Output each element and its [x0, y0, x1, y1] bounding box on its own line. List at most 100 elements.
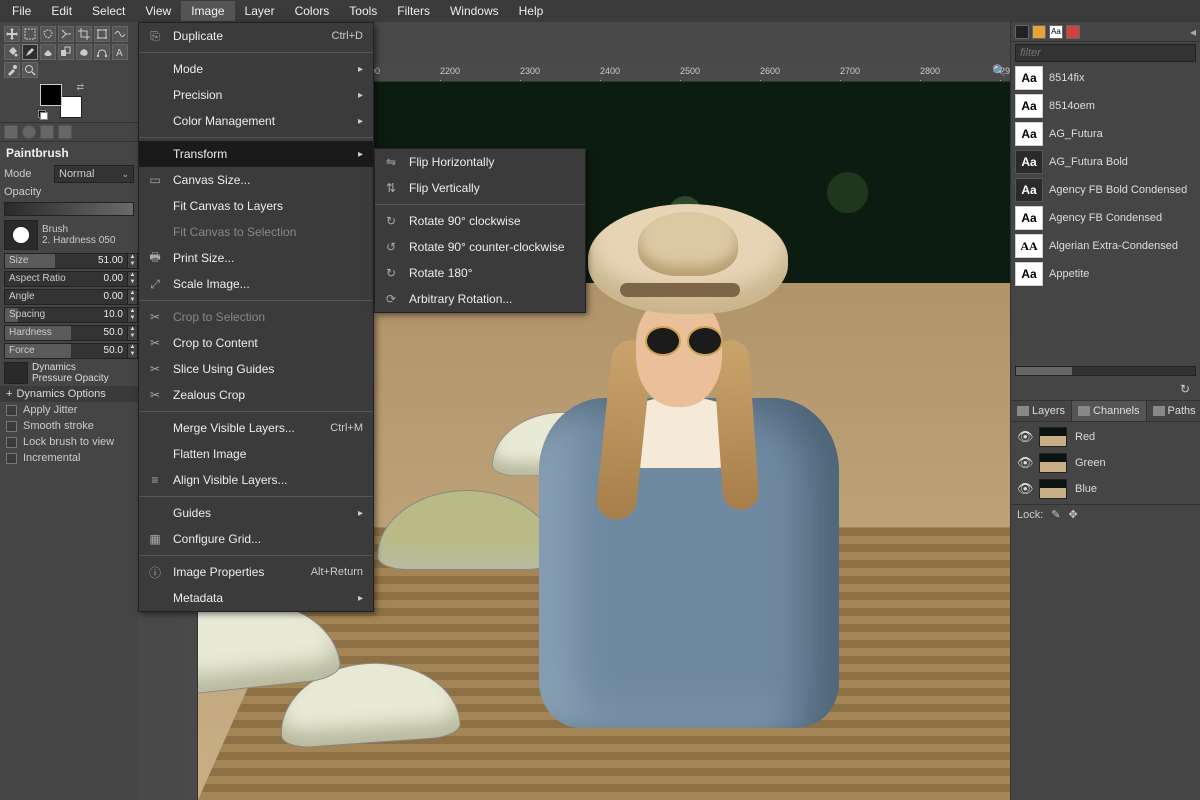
checkbox-incremental[interactable]: Incremental [0, 450, 138, 466]
spin-up-icon[interactable]: ▲ [127, 290, 137, 297]
spin-up-icon[interactable]: ▲ [127, 326, 137, 333]
checkbox-smooth-stroke[interactable]: Smooth stroke [0, 418, 138, 434]
font-scrollbar[interactable] [1015, 366, 1196, 376]
menu-item-configure-grid[interactable]: ▦Configure Grid... [139, 526, 373, 552]
refresh-icon[interactable]: ↻ [1180, 382, 1190, 396]
dynamics-options-expander[interactable]: + Dynamics Options [0, 386, 138, 402]
spin-up-icon[interactable]: ▲ [127, 272, 137, 279]
lock-position-icon[interactable]: ✥ [1069, 508, 1078, 521]
menu-item-canvas-size[interactable]: ▭Canvas Size... [139, 167, 373, 193]
menu-image[interactable]: Image [181, 1, 234, 21]
tab-patterns-icon[interactable] [1032, 25, 1046, 39]
menu-item-guides[interactable]: Guides▸ [139, 500, 373, 526]
tool-rect-select[interactable] [22, 26, 38, 42]
menu-layer[interactable]: Layer [235, 1, 285, 21]
menu-view[interactable]: View [135, 1, 181, 21]
tool-paintbrush[interactable] [22, 44, 38, 60]
tool-text[interactable]: A [112, 44, 128, 60]
checkbox-lock-brush-to-view[interactable]: Lock brush to view [0, 434, 138, 450]
menu-item-zealous-crop[interactable]: ✂Zealous Crop [139, 382, 373, 408]
menu-item-align-visible-layers[interactable]: ≡Align Visible Layers... [139, 467, 373, 493]
font-item[interactable]: AaAgency FB Bold Condensed [1011, 176, 1200, 204]
menu-item-arbitrary-rotation[interactable]: ⟳Arbitrary Rotation... [375, 286, 585, 312]
fg-color-swatch[interactable] [40, 84, 62, 106]
menu-help[interactable]: Help [509, 1, 554, 21]
menu-windows[interactable]: Windows [440, 1, 509, 21]
menu-file[interactable]: File [2, 1, 41, 21]
tool-transform[interactable] [94, 26, 110, 42]
tab-device-status-icon[interactable] [22, 125, 36, 139]
color-swatches[interactable]: ⇄ [40, 84, 82, 118]
zoom-fit-icon[interactable]: 🔍 [992, 64, 1008, 80]
menu-item-duplicate[interactable]: ⎘DuplicateCtrl+D [139, 23, 373, 49]
font-item[interactable]: AaAppetite [1011, 260, 1200, 288]
brush-aspect-ratio-field[interactable]: Aspect Ratio0.00▲▼ [0, 270, 138, 288]
spin-up-icon[interactable]: ▲ [127, 254, 137, 261]
menu-item-metadata[interactable]: Metadata▸ [139, 585, 373, 611]
tool-crop[interactable] [76, 26, 92, 42]
tab-channels[interactable]: Channels [1072, 401, 1146, 421]
menu-item-rotate-90-counter-clockwise[interactable]: ↺Rotate 90° counter-clockwise [375, 234, 585, 260]
font-item[interactable]: AaAG_Futura Bold [1011, 148, 1200, 176]
tool-bucket[interactable] [4, 44, 20, 60]
spin-down-icon[interactable]: ▼ [127, 315, 137, 322]
lock-brush-icon[interactable]: ✎ [1051, 508, 1060, 521]
tab-paths[interactable]: Paths [1147, 401, 1200, 421]
font-item[interactable]: AaAG_Futura [1011, 120, 1200, 148]
channel-item-blue[interactable]: 👁Blue [1011, 476, 1200, 502]
tool-warp[interactable] [112, 26, 128, 42]
tab-fonts-icon[interactable]: Aa [1049, 25, 1063, 39]
tab-images-icon[interactable] [58, 125, 72, 139]
visibility-eye-icon[interactable]: 👁 [1017, 481, 1031, 497]
default-colors-icon[interactable] [38, 110, 48, 120]
tab-tool-options-icon[interactable] [4, 125, 18, 139]
menu-item-precision[interactable]: Precision▸ [139, 82, 373, 108]
menu-select[interactable]: Select [82, 1, 135, 21]
menu-item-merge-visible-layers[interactable]: Merge Visible Layers...Ctrl+M [139, 415, 373, 441]
menu-item-scale-image[interactable]: ⤢Scale Image... [139, 271, 373, 297]
spin-up-icon[interactable]: ▲ [127, 344, 137, 351]
brush-spacing-field[interactable]: Spacing10.0▲▼ [0, 306, 138, 324]
spin-down-icon[interactable]: ▼ [127, 261, 137, 268]
font-item[interactable]: Aa8514oem [1011, 92, 1200, 120]
menu-item-transform[interactable]: Transform▸ [139, 141, 373, 167]
brush-hardness-field[interactable]: Hardness50.0▲▼ [0, 324, 138, 342]
tool-color-picker[interactable] [4, 62, 20, 78]
menu-item-flip-vertically[interactable]: ⇅Flip Vertically [375, 175, 585, 201]
bg-color-swatch[interactable] [60, 96, 82, 118]
channel-item-red[interactable]: 👁Red [1011, 424, 1200, 450]
swap-colors-icon[interactable]: ⇄ [76, 82, 84, 93]
menu-item-fit-canvas-to-layers[interactable]: Fit Canvas to Layers [139, 193, 373, 219]
brush-preview[interactable] [4, 220, 38, 250]
tab-layers[interactable]: Layers [1011, 401, 1072, 421]
font-item[interactable]: AAAlgerian Extra-Condensed [1011, 232, 1200, 260]
brush-force-field[interactable]: Force50.0▲▼ [0, 342, 138, 360]
tab-undo-history-icon[interactable] [40, 125, 54, 139]
tool-smudge[interactable] [76, 44, 92, 60]
spin-down-icon[interactable]: ▼ [127, 333, 137, 340]
menu-tools[interactable]: Tools [339, 1, 387, 21]
menu-item-slice-using-guides[interactable]: ✂Slice Using Guides [139, 356, 373, 382]
menu-filters[interactable]: Filters [387, 1, 440, 21]
tool-move[interactable] [4, 26, 20, 42]
menu-item-flip-horizontally[interactable]: ⇋Flip Horizontally [375, 149, 585, 175]
brush-size-field[interactable]: Size51.00▲▼ [0, 252, 138, 270]
dock-menu-icon[interactable]: ◂ [1190, 25, 1196, 39]
menu-item-rotate-90-clockwise[interactable]: ↻Rotate 90° clockwise [375, 208, 585, 234]
menu-item-image-properties[interactable]: ⓘImage PropertiesAlt+Return [139, 559, 373, 585]
font-list[interactable]: Aa8514fixAa8514oemAaAG_FuturaAaAG_Futura… [1011, 64, 1200, 364]
tool-clone[interactable] [58, 44, 74, 60]
menu-item-crop-to-content[interactable]: ✂Crop to Content [139, 330, 373, 356]
checkbox-apply-jitter[interactable]: Apply Jitter [0, 402, 138, 418]
menu-item-mode[interactable]: Mode▸ [139, 56, 373, 82]
spin-down-icon[interactable]: ▼ [127, 279, 137, 286]
spin-down-icon[interactable]: ▼ [127, 351, 137, 358]
opacity-slider[interactable] [4, 202, 134, 216]
tool-free-select[interactable] [40, 26, 56, 42]
tab-history-icon[interactable] [1066, 25, 1080, 39]
dynamics-preview[interactable] [4, 362, 28, 384]
tool-zoom[interactable] [22, 62, 38, 78]
menu-colors[interactable]: Colors [285, 1, 340, 21]
tab-brushes-icon[interactable] [1015, 25, 1029, 39]
spin-down-icon[interactable]: ▼ [127, 297, 137, 304]
